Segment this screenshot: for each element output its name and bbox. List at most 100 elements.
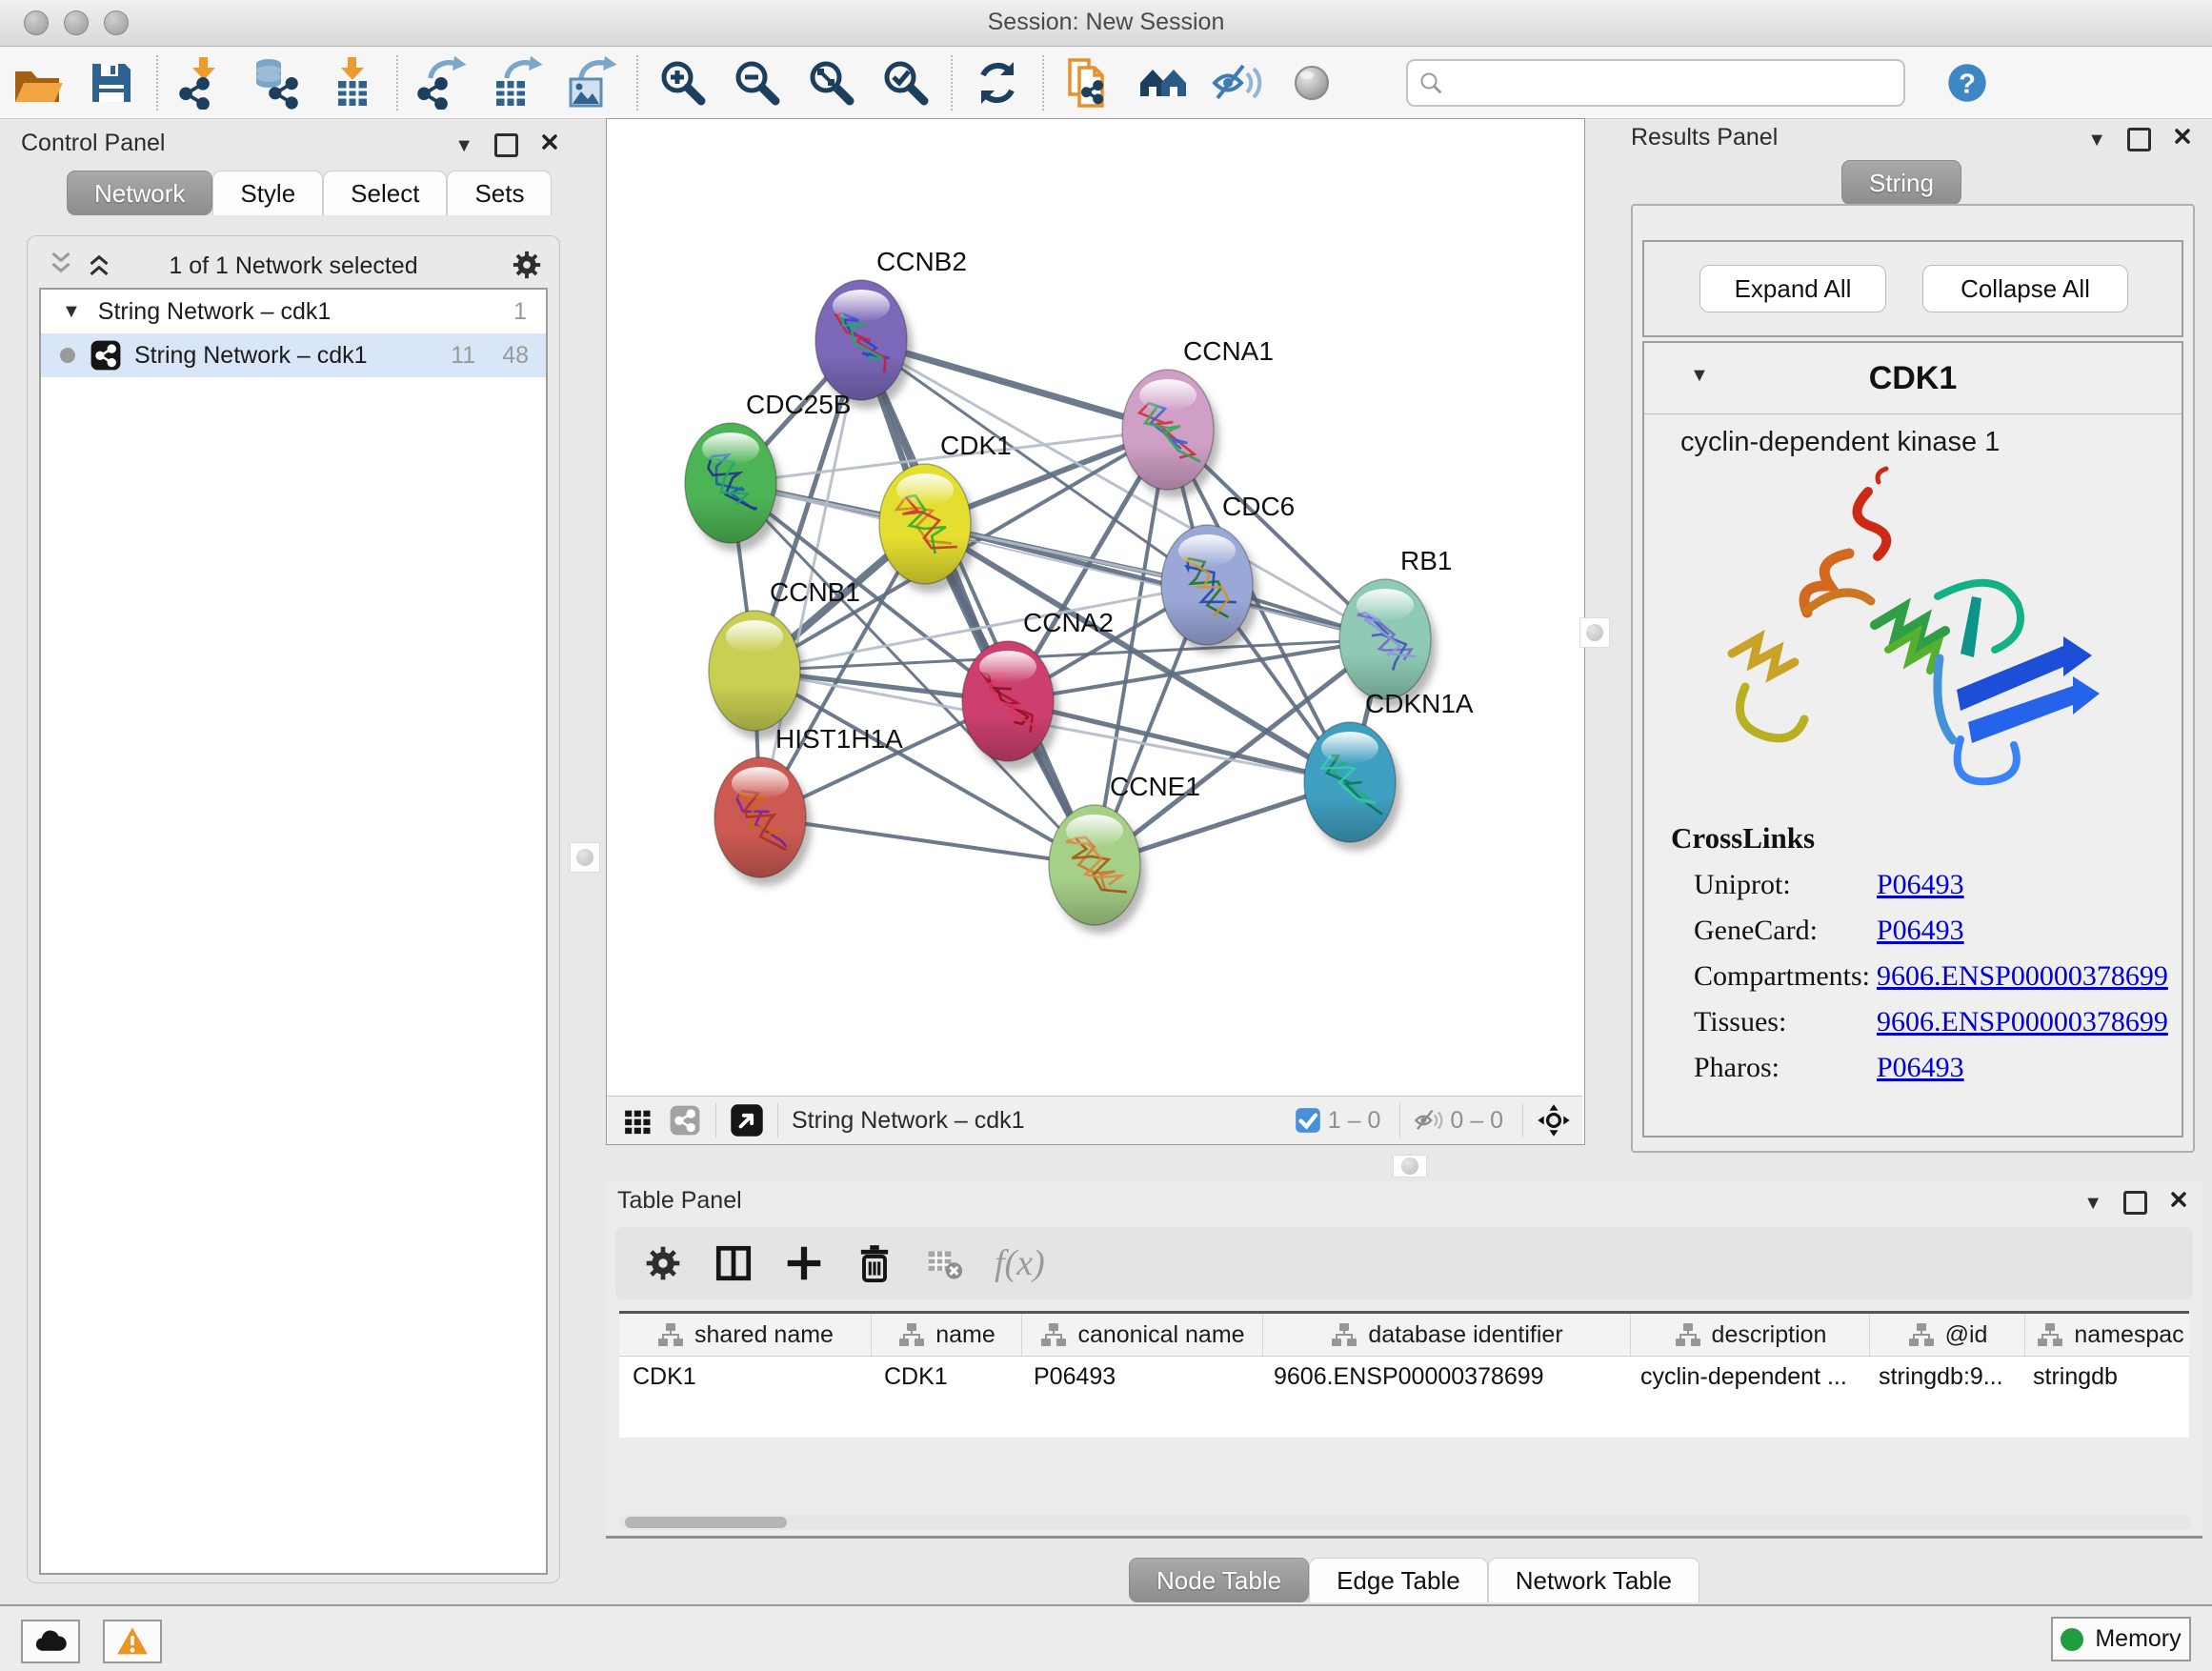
crosslinks-title: CrossLinks <box>1671 821 2182 856</box>
node-HIST1H1A[interactable]: HIST1H1A <box>714 724 903 886</box>
panel-menu-icon[interactable]: ▼ <box>2083 1194 2102 1213</box>
close-panel-icon[interactable] <box>539 131 560 159</box>
selected-checkbox-icon[interactable] <box>1294 1106 1322 1135</box>
show-columns-icon[interactable] <box>713 1242 754 1284</box>
network-label: String Network – cdk1 <box>134 342 368 370</box>
horizontal-splitter-handle[interactable] <box>1393 1155 1427 1178</box>
node-CCNB2[interactable]: CCNB2 <box>815 247 967 409</box>
memory-button[interactable]: Memory <box>2051 1617 2191 1661</box>
expand-all-button[interactable]: Expand All <box>1699 265 1886 312</box>
cdk1-entry-header[interactable]: ▼ CDK1 <box>1644 343 2182 414</box>
table-cell[interactable]: stringdb <box>2020 1357 2189 1397</box>
hidden-eye-slash-icon[interactable] <box>1414 1105 1444 1136</box>
table-cell[interactable]: CDK1 <box>619 1357 871 1397</box>
string-network-icon[interactable] <box>668 1103 702 1137</box>
node-CDKN1A[interactable]: CDKN1A <box>1304 689 1474 851</box>
table-cell[interactable]: 9606.ENSP00000378699 <box>1260 1357 1627 1397</box>
reload-button[interactable] <box>960 52 1035 113</box>
tab-select[interactable]: Select <box>323 171 447 215</box>
sphere-button[interactable] <box>1275 52 1349 113</box>
node-CDC6[interactable]: CDC6 <box>1161 492 1295 654</box>
warnings-button[interactable] <box>103 1620 162 1663</box>
tab-node-table[interactable]: Node Table <box>1129 1558 1309 1602</box>
column-header-database-identifier[interactable]: database identifier <box>1263 1314 1631 1356</box>
column-header-shared-name[interactable]: shared name <box>619 1314 872 1356</box>
network-collection-row[interactable]: ▼ String Network – cdk1 1 <box>41 290 546 333</box>
column-header-canonical-name[interactable]: canonical name <box>1022 1314 1263 1356</box>
table-cell[interactable]: CDK1 <box>871 1357 1020 1397</box>
table-hscrollbar[interactable] <box>619 1515 2191 1530</box>
save-session-button[interactable] <box>74 52 149 113</box>
table-cell[interactable]: cyclin-dependent ... <box>1627 1357 1865 1397</box>
open-in-window-icon[interactable] <box>730 1103 764 1137</box>
import-network-file-button[interactable] <box>166 52 240 113</box>
zoom-fit-button[interactable] <box>794 52 869 113</box>
table-cell[interactable]: P06493 <box>1020 1357 1260 1397</box>
tab-network-table[interactable]: Network Table <box>1488 1558 1699 1602</box>
table-hscrollbar-thumb[interactable] <box>625 1517 787 1528</box>
toolbar-separator <box>951 55 953 111</box>
search-box[interactable] <box>1406 59 1905 107</box>
zoom-selected-button[interactable] <box>869 52 943 113</box>
gear-icon[interactable] <box>510 248 544 282</box>
tab-sets[interactable]: Sets <box>447 171 552 215</box>
grid-view-icon[interactable] <box>620 1103 654 1137</box>
column-sort-icon <box>897 1321 926 1348</box>
node-CCNA1[interactable]: CCNA1 <box>1122 336 1274 498</box>
column-header-name[interactable]: name <box>872 1314 1022 1356</box>
tab-edge-table[interactable]: Edge Table <box>1309 1558 1488 1602</box>
network-canvas[interactable]: CCNB2 CCNA1 CDC25B CDK1 CDC6 RB1 <box>607 119 1582 1095</box>
collapse-all-button[interactable]: Collapse All <box>1922 265 2128 312</box>
search-input[interactable] <box>1452 69 1894 97</box>
node-CCNE1[interactable]: CCNE1 <box>1049 772 1200 934</box>
import-network-database-button[interactable] <box>240 52 314 113</box>
network-row[interactable]: String Network – cdk1 11 48 <box>41 333 546 377</box>
panel-menu-icon[interactable]: ▼ <box>2087 131 2106 150</box>
export-image-button[interactable] <box>554 52 629 113</box>
right-splitter-handle[interactable] <box>1579 617 1610 648</box>
node-RB1[interactable]: RB1 <box>1339 546 1452 708</box>
tab-network[interactable]: Network <box>67 171 212 215</box>
export-network-button[interactable] <box>406 52 480 113</box>
tab-string[interactable]: String <box>1841 160 1961 205</box>
float-panel-icon[interactable] <box>494 133 518 157</box>
left-splitter-handle[interactable] <box>570 842 600 873</box>
column-sort-icon <box>1674 1321 1702 1348</box>
collapse-row-icon[interactable]: ▼ <box>62 302 81 321</box>
export-table-button[interactable] <box>480 52 554 113</box>
tab-style[interactable]: Style <box>212 171 323 215</box>
float-panel-icon[interactable] <box>2123 1191 2147 1215</box>
column-header-namespac[interactable]: namespac <box>2025 1314 2189 1356</box>
crosslink-label: GeneCard: <box>1694 915 1877 947</box>
network-status-dot <box>60 348 75 363</box>
zoom-in-button[interactable] <box>646 52 720 113</box>
close-panel-icon[interactable] <box>2168 1189 2189 1217</box>
column-sort-icon <box>2036 1321 2064 1348</box>
crosslink-value[interactable]: 9606.ENSP00000378699 <box>1877 960 2168 993</box>
help-button[interactable] <box>1930 52 2004 113</box>
column-header-description[interactable]: description <box>1631 1314 1870 1356</box>
panel-menu-icon[interactable]: ▼ <box>454 136 473 155</box>
close-panel-icon[interactable] <box>2172 126 2193 153</box>
crosslink-value[interactable]: P06493 <box>1877 1052 1964 1084</box>
crosslink-value[interactable]: P06493 <box>1877 869 1964 901</box>
delete-table-icon <box>924 1242 966 1284</box>
node-CCNB1[interactable]: CCNB1 <box>709 577 860 739</box>
delete-column-icon[interactable] <box>854 1242 895 1284</box>
crosslink-value[interactable]: 9606.ENSP00000378699 <box>1877 1006 2168 1038</box>
homes-button[interactable] <box>1126 52 1200 113</box>
open-session-button[interactable] <box>0 52 74 113</box>
hide-show-button[interactable] <box>1200 52 1275 113</box>
import-table-button[interactable] <box>314 52 389 113</box>
cloud-status-button[interactable] <box>21 1620 80 1663</box>
zoom-out-button[interactable] <box>720 52 794 113</box>
node-label-RB1: RB1 <box>1400 546 1452 575</box>
crosslink-value[interactable]: P06493 <box>1877 915 1964 947</box>
add-column-icon[interactable] <box>783 1242 825 1284</box>
birdseye-crosshair-icon[interactable] <box>1537 1103 1571 1137</box>
table-settings-gear-icon[interactable] <box>642 1242 684 1284</box>
share-document-button[interactable] <box>1052 52 1126 113</box>
table-cell[interactable]: stringdb:9... <box>1865 1357 2020 1397</box>
column-header-@id[interactable]: @id <box>1870 1314 2025 1356</box>
float-panel-icon[interactable] <box>2127 128 2151 151</box>
